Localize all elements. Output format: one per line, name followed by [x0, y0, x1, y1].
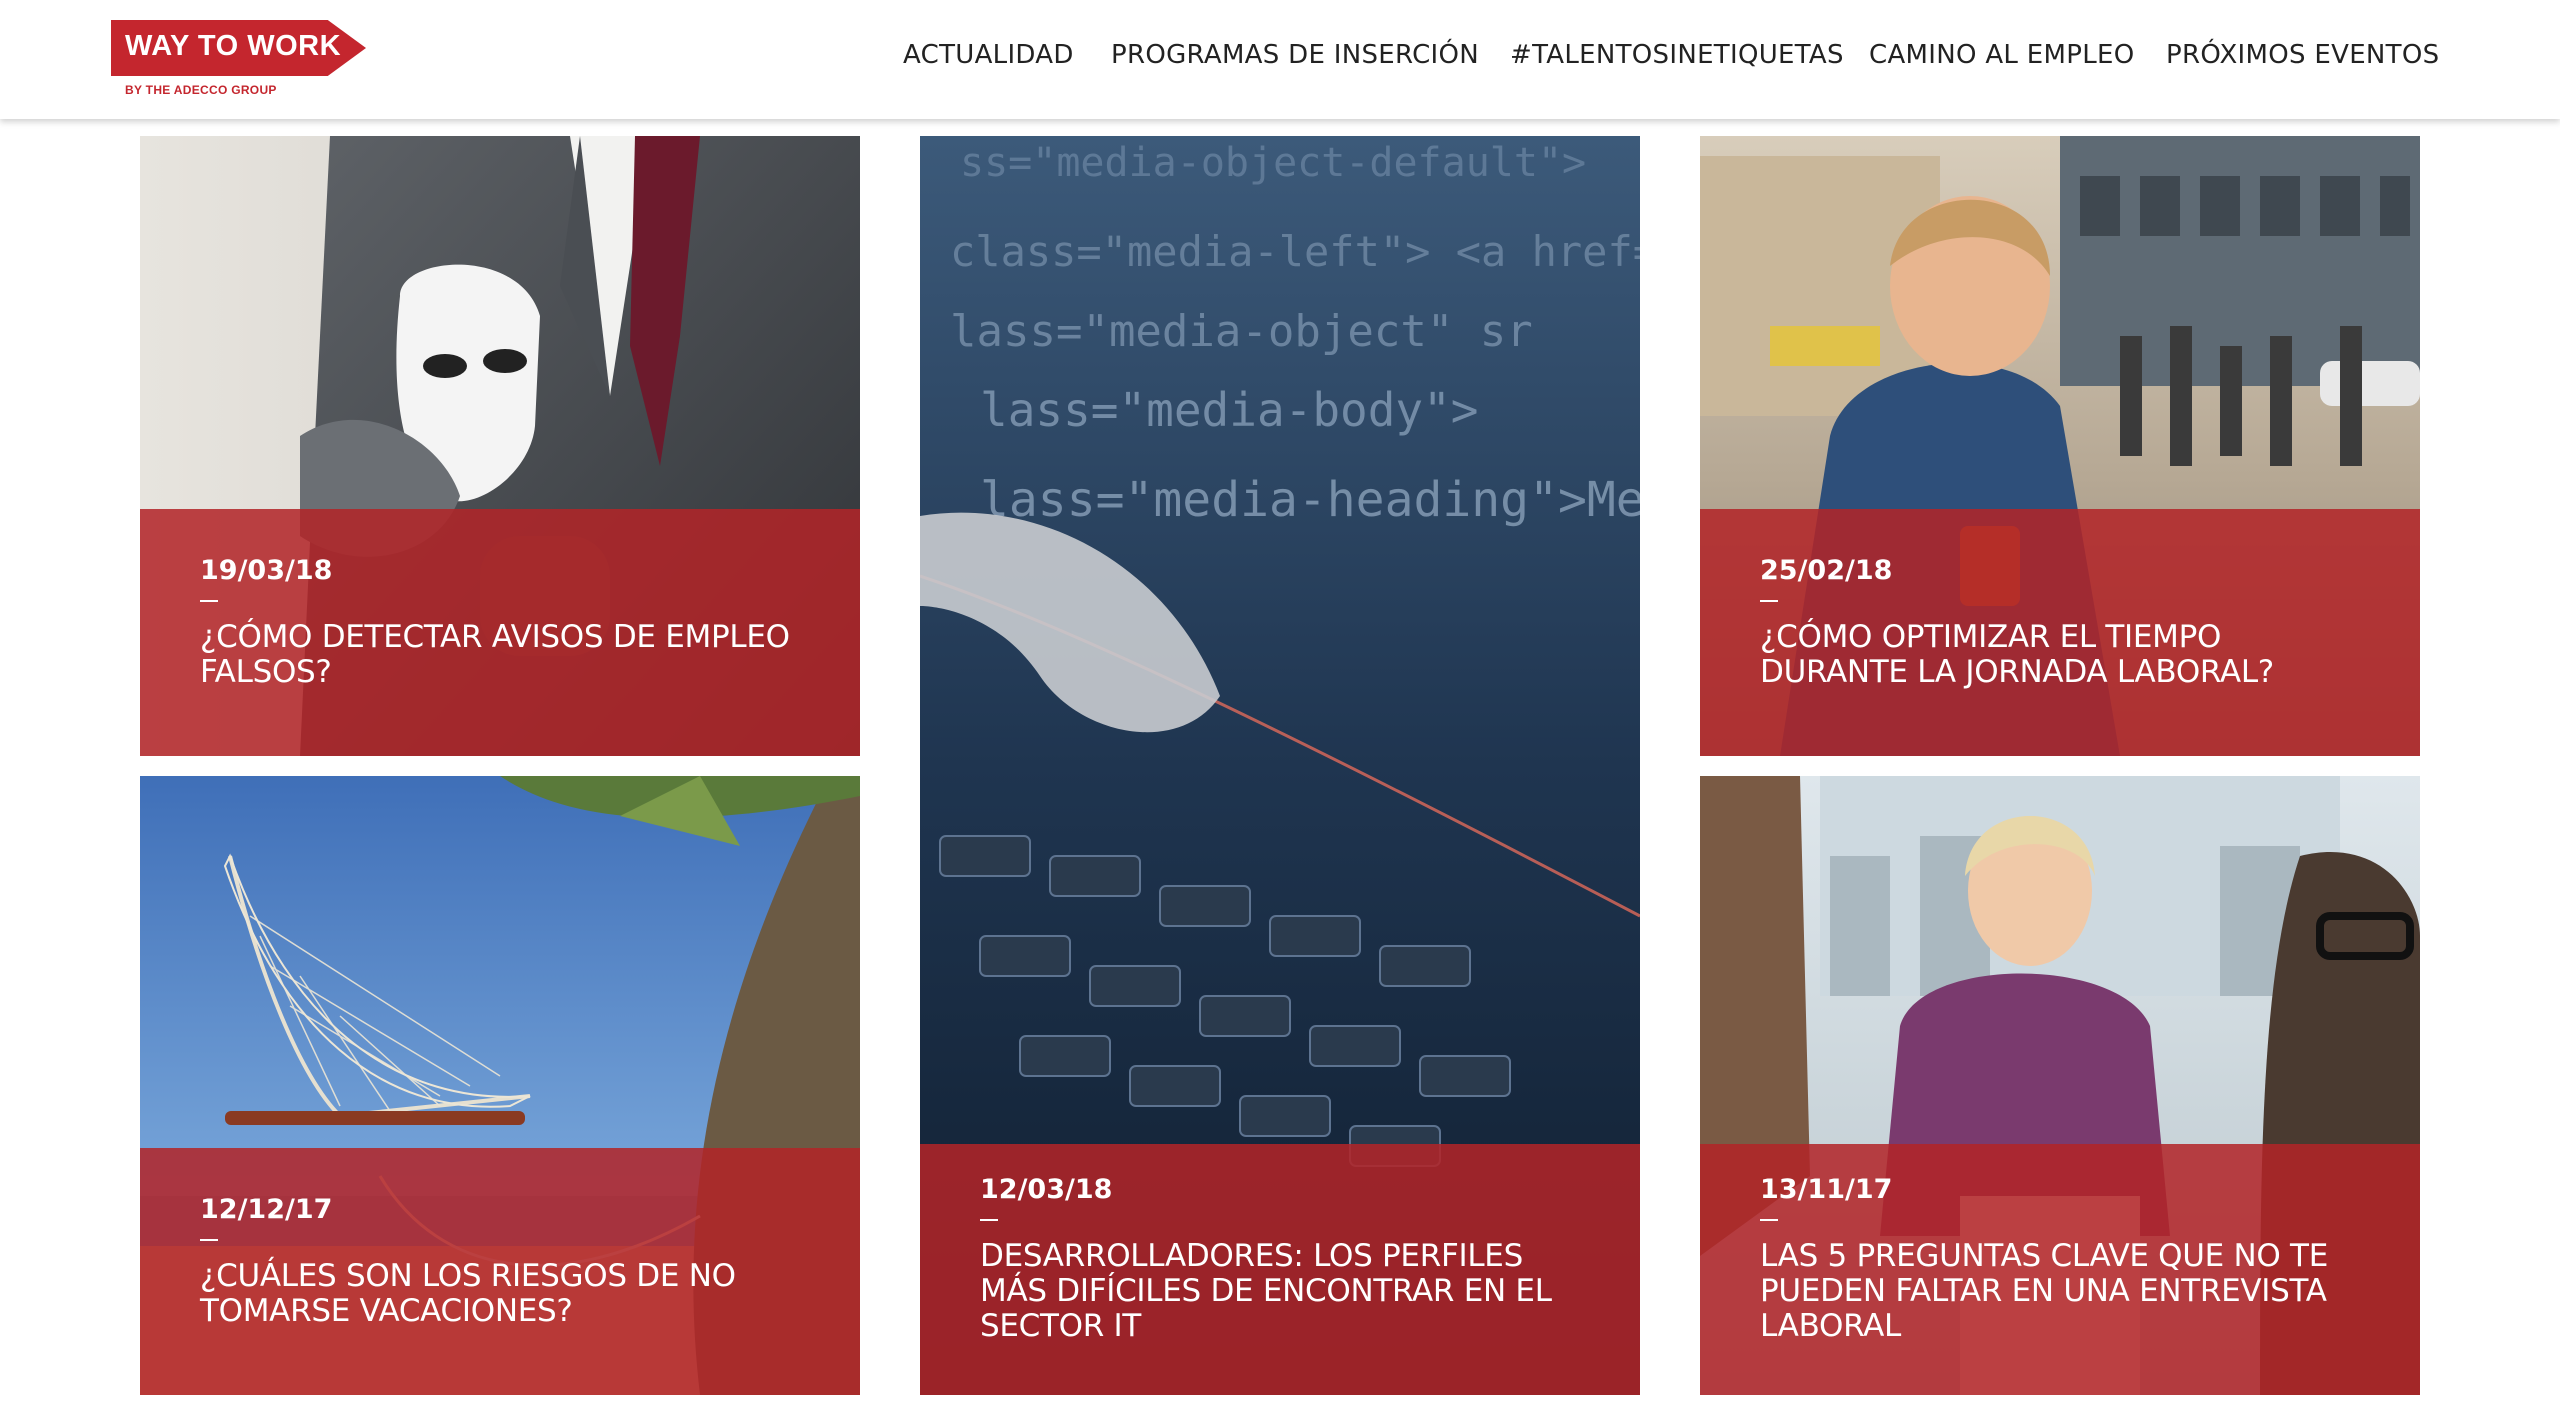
article-date: 19/03/18 [200, 555, 333, 586]
nav-item-talentosinetiquetas[interactable]: #TALENTOSINETIQUETAS [1510, 40, 1844, 70]
article-caption: 13/11/17 LAS 5 PREGUNTAS CLAVE QUE NO TE… [1700, 1144, 2420, 1395]
date-divider [200, 600, 218, 602]
article-date: 12/12/17 [200, 1194, 333, 1225]
article-date: 12/03/18 [980, 1174, 1113, 1205]
article-title[interactable]: ¿CUÁLES SON LOS RIESGOS DE NO TOMARSE VA… [200, 1259, 810, 1329]
article-card[interactable]: 25/02/18 ¿CÓMO OPTIMIZAR EL TIEMPO DURAN… [1700, 136, 2420, 756]
article-caption: 25/02/18 ¿CÓMO OPTIMIZAR EL TIEMPO DURAN… [1700, 509, 2420, 756]
way-to-work-logo[interactable]: WAY TO WORK BY THE ADECCO GROUP [111, 20, 367, 100]
site-header: WAY TO WORK BY THE ADECCO GROUP ACTUALID… [0, 0, 2560, 119]
date-divider [980, 1219, 998, 1221]
article-card[interactable]: 12/12/17 ¿CUÁLES SON LOS RIESGOS DE NO T… [140, 776, 860, 1395]
article-caption: 19/03/18 ¿CÓMO DETECTAR AVISOS DE EMPLEO… [140, 509, 860, 756]
article-title[interactable]: LAS 5 PREGUNTAS CLAVE QUE NO TE PUEDEN F… [1760, 1239, 2370, 1344]
article-title[interactable]: DESARROLLADORES: LOS PERFILES MÁS DIFÍCI… [980, 1239, 1590, 1344]
logo-subtitle: BY THE ADECCO GROUP [125, 83, 277, 97]
date-divider [1760, 1219, 1778, 1221]
article-title[interactable]: ¿CÓMO OPTIMIZAR EL TIEMPO DURANTE LA JOR… [1760, 620, 2370, 690]
svg-text:lass="media-heading">Media: lass="media-heading">Media [980, 472, 1640, 528]
svg-text:class="media-left"> <a href=": class="media-left"> <a href=" [950, 227, 1640, 276]
article-title[interactable]: ¿CÓMO DETECTAR AVISOS DE EMPLEO FALSOS? [200, 620, 810, 690]
nav-item-camino-al-empleo[interactable]: CAMINO AL EMPLEO [1869, 40, 2134, 70]
article-date: 25/02/18 [1760, 555, 1893, 586]
article-card[interactable]: 19/03/18 ¿CÓMO DETECTAR AVISOS DE EMPLEO… [140, 136, 860, 756]
date-divider [1760, 600, 1778, 602]
article-caption: 12/03/18 DESARROLLADORES: LOS PERFILES M… [920, 1144, 1640, 1395]
logo-title: WAY TO WORK [125, 30, 342, 62]
date-divider [200, 1239, 218, 1241]
svg-text:lass="media-object" sr: lass="media-object" sr [950, 306, 1533, 357]
article-card[interactable]: 13/11/17 LAS 5 PREGUNTAS CLAVE QUE NO TE… [1700, 776, 2420, 1395]
article-caption: 12/12/17 ¿CUÁLES SON LOS RIESGOS DE NO T… [140, 1148, 860, 1395]
nav-item-proximos-eventos[interactable]: PRÓXIMOS EVENTOS [2166, 40, 2439, 70]
article-date: 13/11/17 [1760, 1174, 1893, 1205]
nav-item-actualidad[interactable]: ACTUALIDAD [903, 40, 1074, 70]
nav-item-programas-de-insercion[interactable]: PROGRAMAS DE INSERCIÓN [1111, 40, 1479, 70]
svg-text:lass="media-body">: lass="media-body"> [980, 383, 1479, 437]
svg-text:ss="media-object-default">: ss="media-object-default"> [960, 140, 1586, 186]
article-card[interactable]: ss="media-object-default"> class="media-… [920, 136, 1640, 1395]
